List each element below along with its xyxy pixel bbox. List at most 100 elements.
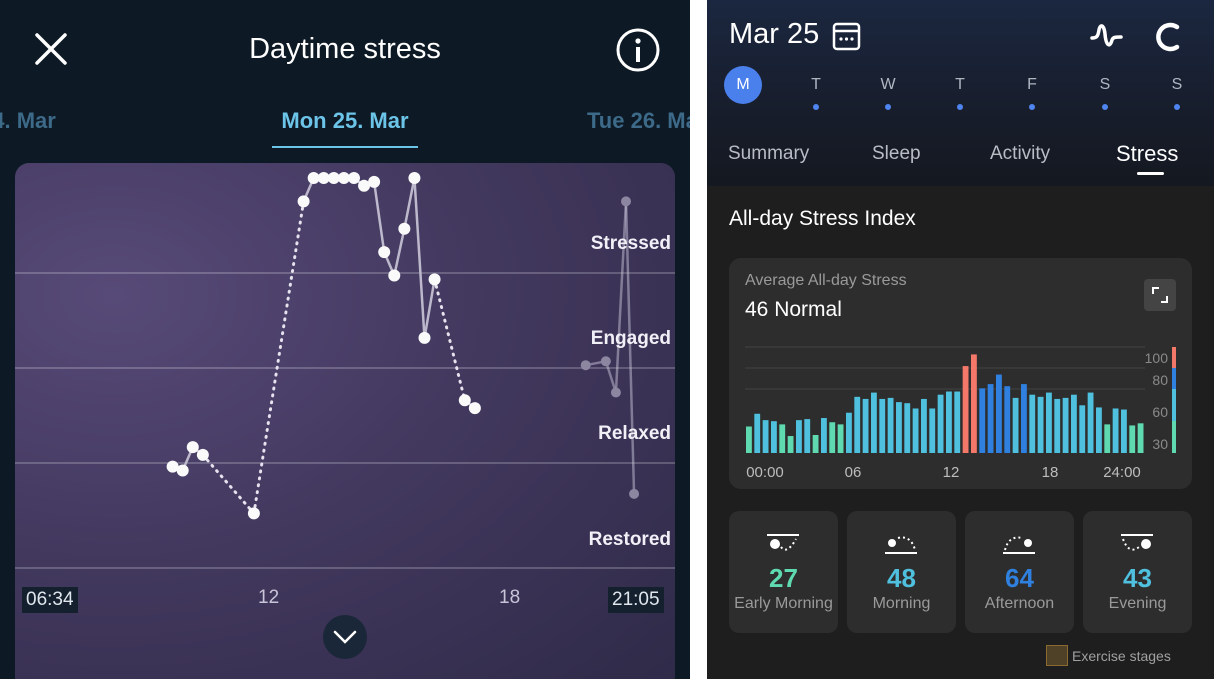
stress-bar [1037,396,1044,453]
data-point [629,488,640,499]
x-tick-label: 24:00 [1103,464,1141,481]
data-point [610,387,621,398]
data-point [580,360,591,371]
stress-bar [904,403,911,453]
period-label: Early Morning [734,595,833,612]
period-value: 48 [887,563,916,593]
period-card-early-morning[interactable]: 27 Early Morning [729,511,838,633]
x-tick-label: 06 [845,464,862,481]
data-point [408,172,421,184]
period-card-afternoon[interactable]: 64 Afternoon [965,511,1074,633]
level-label-restored: Restored [588,529,671,550]
y-tick-label: 80 [1152,372,1168,388]
expand-chevron-button[interactable] [323,615,367,659]
sunset-icon [1003,536,1035,554]
stress-bar [837,424,844,453]
line-segment [393,227,406,277]
stress-bar [912,408,919,453]
stress-bar [787,436,794,453]
data-point [458,394,471,407]
data-point [428,273,441,286]
level-label-stressed: Stressed [590,233,671,254]
stress-bar [779,424,786,453]
data-point [418,331,431,344]
stress-bar [1137,423,1144,453]
line-segment [614,200,628,394]
stress-bar [771,421,777,453]
stress-bar [862,398,869,453]
data-point [368,175,381,188]
x-tick-label: 12 [943,464,960,481]
data-point [468,402,481,415]
stress-bar [762,420,769,453]
stress-bar [879,398,886,453]
stress-bar [1104,424,1111,453]
stress-bar [946,391,952,453]
x-label-end: 21:05 [608,587,664,613]
period-label: Afternoon [984,595,1055,612]
x-tick-label: 18 [1042,464,1059,481]
stress-bar [996,374,1002,453]
y-color-band [1172,389,1176,421]
y-tick-label: 30 [1152,436,1168,452]
data-point [600,356,611,367]
stress-bar [754,413,761,453]
exercise-legend-label: Exercise stages [1072,648,1171,664]
stress-bar [1046,392,1052,453]
stress-bar [829,422,836,453]
data-point [176,464,189,477]
stress-bar [921,398,927,453]
data-point [620,196,631,207]
stress-bar [1004,386,1011,453]
stress-bar [929,408,936,453]
line-segment [252,199,306,515]
line-segment [433,277,467,402]
x-label-18: 18 [499,587,521,608]
period-card-morning[interactable]: 48 Morning [847,511,956,633]
level-label-relaxed: Relaxed [598,423,671,444]
moon-rise-icon [1121,534,1153,551]
stress-bar [896,402,902,453]
period-value: 64 [1005,563,1034,593]
stress-bar [962,366,969,453]
stress-bar [937,394,944,453]
line-segment [423,278,436,340]
period-value: 27 [769,563,798,593]
stress-bar [1112,408,1119,453]
stress-bar [1129,425,1136,453]
stress-bar [821,418,827,453]
x-tick-label: 00:00 [746,464,784,481]
stress-bar [746,426,752,453]
data-point [388,269,401,282]
line-segment [403,176,416,230]
stress-bar [954,391,961,453]
level-label-engaged: Engaged [590,328,671,349]
period-value: 43 [1123,563,1152,593]
data-point [398,222,411,235]
y-tick-label: 100 [1145,350,1169,366]
stress-bar [1087,392,1094,453]
stress-bar [846,412,852,453]
data-point [297,195,310,208]
stress-bar [979,388,986,453]
data-point [378,246,391,259]
stress-bar [854,396,861,453]
period-card-evening[interactable]: 43 Evening [1083,511,1192,633]
stress-bar [887,397,894,453]
stress-bar [1021,384,1027,453]
data-point [186,441,199,454]
y-color-band [1172,347,1176,368]
stress-bar [812,434,819,453]
line-segment [413,176,426,340]
y-color-band [1172,368,1176,389]
stress-bar [1079,405,1086,453]
data-point [247,507,260,520]
stress-bar [796,420,802,453]
stress-bar [1029,394,1036,453]
y-color-band [1172,421,1176,453]
sunrise-icon [885,536,917,554]
stress-bar [1062,397,1069,453]
stress-bar [1054,398,1061,453]
exercise-legend-swatch [1046,645,1068,666]
x-label-12: 12 [258,587,280,608]
